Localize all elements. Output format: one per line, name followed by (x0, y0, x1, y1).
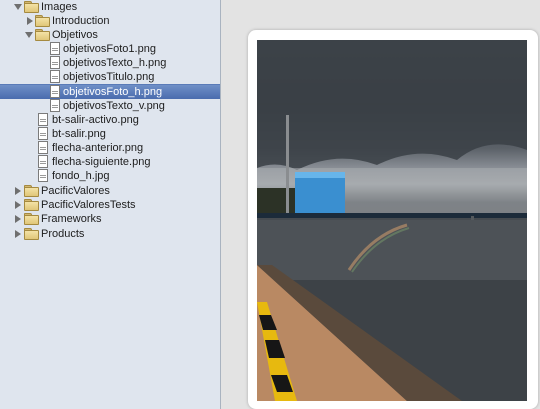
tree-row-label: bt-salir.png (52, 128, 106, 140)
tree-row-label: objetivosTitulo.png (63, 71, 155, 83)
image-file-icon (38, 155, 48, 168)
tree-row-label: Frameworks (41, 213, 102, 225)
image-file-icon (50, 85, 60, 98)
project-navigator: Images Introduction Objetivos objetivosF… (0, 0, 221, 409)
folder-icon (24, 185, 39, 197)
tree-row-file[interactable]: objetivosTexto_h.png (0, 56, 220, 70)
tree-row-label: Introduction (52, 15, 110, 27)
folder-icon (24, 213, 39, 225)
tree-row-introduction[interactable]: Introduction (0, 14, 220, 28)
image-file-icon (38, 113, 48, 126)
tree-row-label: PacificValores (41, 185, 110, 197)
tree-row-file[interactable]: bt-salir.png (0, 127, 220, 141)
tree-row-label: PacificValoresTests (41, 199, 136, 211)
tree-row-file[interactable]: fondo_h.jpg (0, 169, 220, 183)
tree-row-pacificvalores[interactable]: PacificValores (0, 184, 220, 198)
tree-row-label: flecha-anterior.png (52, 142, 144, 154)
image-file-icon (38, 141, 48, 154)
tree-row-images[interactable]: Images (0, 0, 220, 14)
tree-row-frameworks[interactable]: Frameworks (0, 212, 220, 226)
disclosure-collapsed-icon[interactable] (15, 230, 21, 238)
disclosure-expanded-icon[interactable] (14, 4, 22, 10)
tree-row-label: Products (41, 228, 85, 240)
folder-icon (24, 228, 39, 240)
harbor-rainbow-photo (257, 40, 527, 401)
image-file-icon (38, 169, 48, 182)
tree-row-file[interactable]: flecha-siguiente.png (0, 155, 220, 169)
tree-row-file[interactable]: objetivosFoto1.png (0, 42, 220, 56)
image-file-icon (50, 70, 60, 83)
disclosure-collapsed-icon[interactable] (27, 17, 33, 25)
disclosure-expanded-icon[interactable] (25, 32, 33, 38)
image-file-icon (38, 127, 48, 140)
tree-row-file[interactable]: objetivosTexto_v.png (0, 99, 220, 113)
tree-row-file-selected[interactable]: objetivosFoto_h.png (0, 84, 220, 99)
image-file-icon (50, 56, 60, 69)
tree-row-label: flecha-siguiente.png (52, 156, 151, 168)
tree-row-file[interactable]: objetivosTitulo.png (0, 70, 220, 84)
tree-row-label: objetivosTexto_h.png (63, 57, 167, 69)
image-file-icon (50, 99, 60, 112)
tree-row-label: objetivosFoto_h.png (63, 86, 163, 98)
disclosure-collapsed-icon[interactable] (15, 201, 21, 209)
disclosure-collapsed-icon[interactable] (15, 187, 21, 195)
disclosure-collapsed-icon[interactable] (15, 215, 21, 223)
photo-illustration (257, 40, 527, 401)
image-file-icon (50, 42, 60, 55)
tree-row-file[interactable]: flecha-anterior.png (0, 141, 220, 155)
tree-row-label: bt-salir-activo.png (52, 114, 139, 126)
folder-icon (24, 199, 39, 211)
tree-row-objetivos[interactable]: Objetivos (0, 28, 220, 42)
tree-row-label: objetivosTexto_v.png (63, 100, 165, 112)
tree-row-label: objetivosFoto1.png (63, 43, 156, 55)
folder-icon (35, 15, 50, 27)
tree-row-file[interactable]: bt-salir-activo.png (0, 113, 220, 127)
folder-icon (24, 1, 39, 13)
tree-row-label: Objetivos (52, 29, 98, 41)
tree-row-label: Images (41, 1, 78, 13)
folder-icon (35, 29, 50, 41)
tree-row-label: fondo_h.jpg (52, 170, 110, 182)
tree-row-products[interactable]: Products (0, 227, 220, 241)
tree-row-pacificvalorestests[interactable]: PacificValoresTests (0, 198, 220, 212)
